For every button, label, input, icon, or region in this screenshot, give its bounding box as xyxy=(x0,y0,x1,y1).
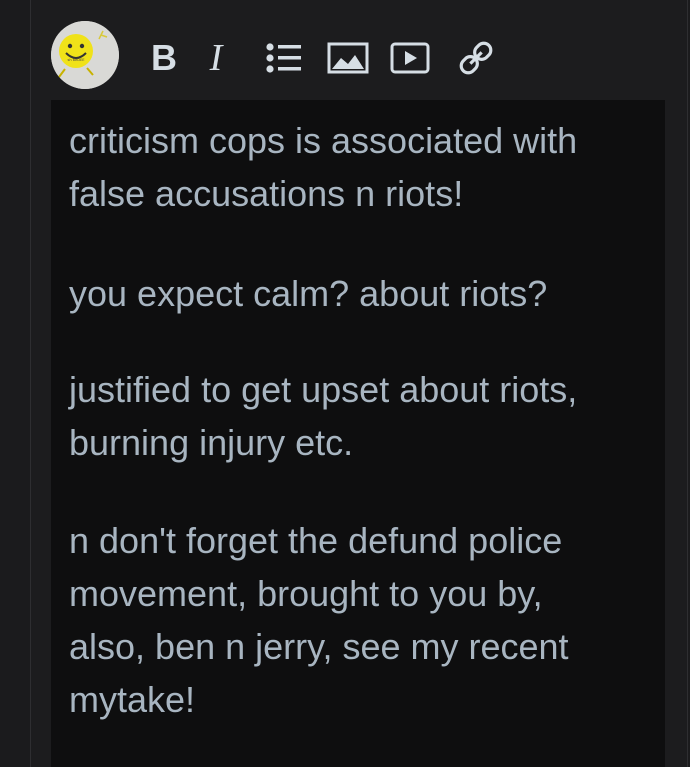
link-icon xyxy=(459,41,493,75)
image-icon xyxy=(327,42,369,74)
editor-paragraph-2: you expect calm? about riots? xyxy=(69,273,548,314)
bold-icon: B xyxy=(151,37,177,78)
editor-paragraph-1: criticism cops is associated with false … xyxy=(69,120,578,214)
editor-paragraph-4: n don't forget the defund police movemen… xyxy=(69,520,569,720)
italic-button[interactable]: I xyxy=(192,32,240,84)
video-button[interactable] xyxy=(386,32,434,84)
post-text-editor[interactable]: criticism cops is associated with false … xyxy=(51,100,665,767)
smiley-avatar-icon: sh beDEE xyxy=(51,21,119,89)
italic-icon: I xyxy=(209,37,223,79)
list-button[interactable] xyxy=(260,32,308,84)
editor-paragraph-3: justified to get upset about riots, burn… xyxy=(69,369,578,463)
bold-button[interactable]: B xyxy=(140,32,188,84)
svg-text:sh beDEE: sh beDEE xyxy=(67,58,85,62)
link-button[interactable] xyxy=(452,32,500,84)
avatar[interactable]: sh beDEE xyxy=(51,21,119,89)
list-icon xyxy=(266,43,301,73)
video-icon xyxy=(390,42,430,74)
image-button[interactable] xyxy=(324,32,372,84)
